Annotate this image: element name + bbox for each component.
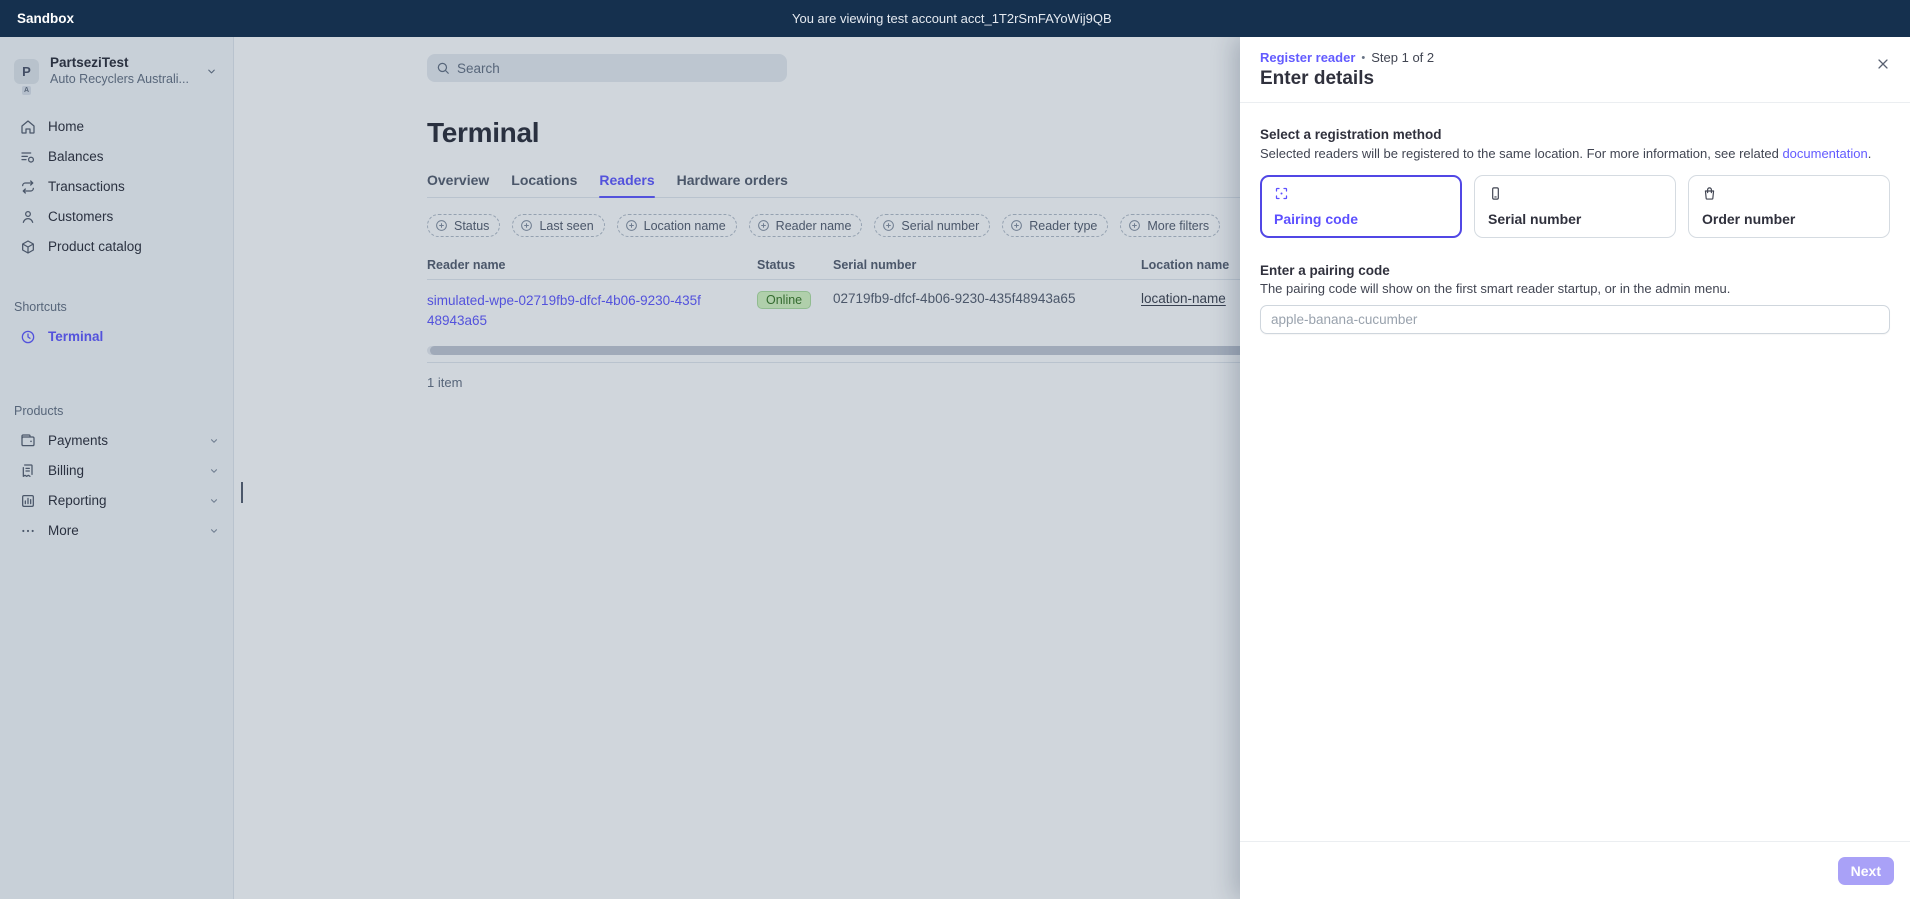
- test-account-notice: You are viewing test account acct_1T2rSm…: [791, 11, 1112, 26]
- register-reader-drawer: Register reader • Step 1 of 2 Enter deta…: [1240, 37, 1910, 899]
- close-icon: [1875, 56, 1891, 72]
- drawer-title: Enter details: [1260, 68, 1375, 89]
- breadcrumb-register-reader[interactable]: Register reader: [1260, 50, 1355, 65]
- breadcrumb-separator: •: [1361, 51, 1366, 64]
- shopping-bag-icon: [1702, 186, 1876, 202]
- scan-code-icon: [1274, 186, 1448, 202]
- registration-method-heading: Select a registration method: [1260, 127, 1442, 142]
- pairing-code-section: Enter a pairing code The pairing code wi…: [1260, 263, 1890, 334]
- registration-method-cards: Pairing code Serial number Order number: [1260, 175, 1890, 238]
- next-button[interactable]: Next: [1837, 856, 1894, 885]
- method-card-order-number[interactable]: Order number: [1688, 175, 1890, 238]
- pairing-code-description: The pairing code will show on the first …: [1260, 281, 1731, 296]
- mobile-device-icon: [1488, 186, 1662, 202]
- pairing-code-input[interactable]: [1260, 305, 1890, 334]
- step-indicator: Step 1 of 2: [1371, 50, 1435, 65]
- drawer-body: Select a registration method Selected re…: [1240, 103, 1910, 841]
- method-card-pairing-code[interactable]: Pairing code: [1260, 175, 1462, 238]
- documentation-link[interactable]: documentation: [1782, 146, 1867, 161]
- breadcrumb: Register reader • Step 1 of 2: [1260, 50, 1890, 65]
- drawer-header: Register reader • Step 1 of 2 Enter deta…: [1240, 37, 1910, 103]
- registration-method-description: Selected readers will be registered to t…: [1260, 146, 1872, 161]
- pairing-code-heading: Enter a pairing code: [1260, 263, 1390, 278]
- sandbox-topbar: Sandbox You are viewing test account acc…: [0, 0, 1910, 37]
- method-card-serial-number[interactable]: Serial number: [1474, 175, 1676, 238]
- drawer-footer: Next: [1240, 841, 1910, 899]
- close-button[interactable]: [1872, 53, 1894, 75]
- sandbox-label: Sandbox: [17, 11, 75, 26]
